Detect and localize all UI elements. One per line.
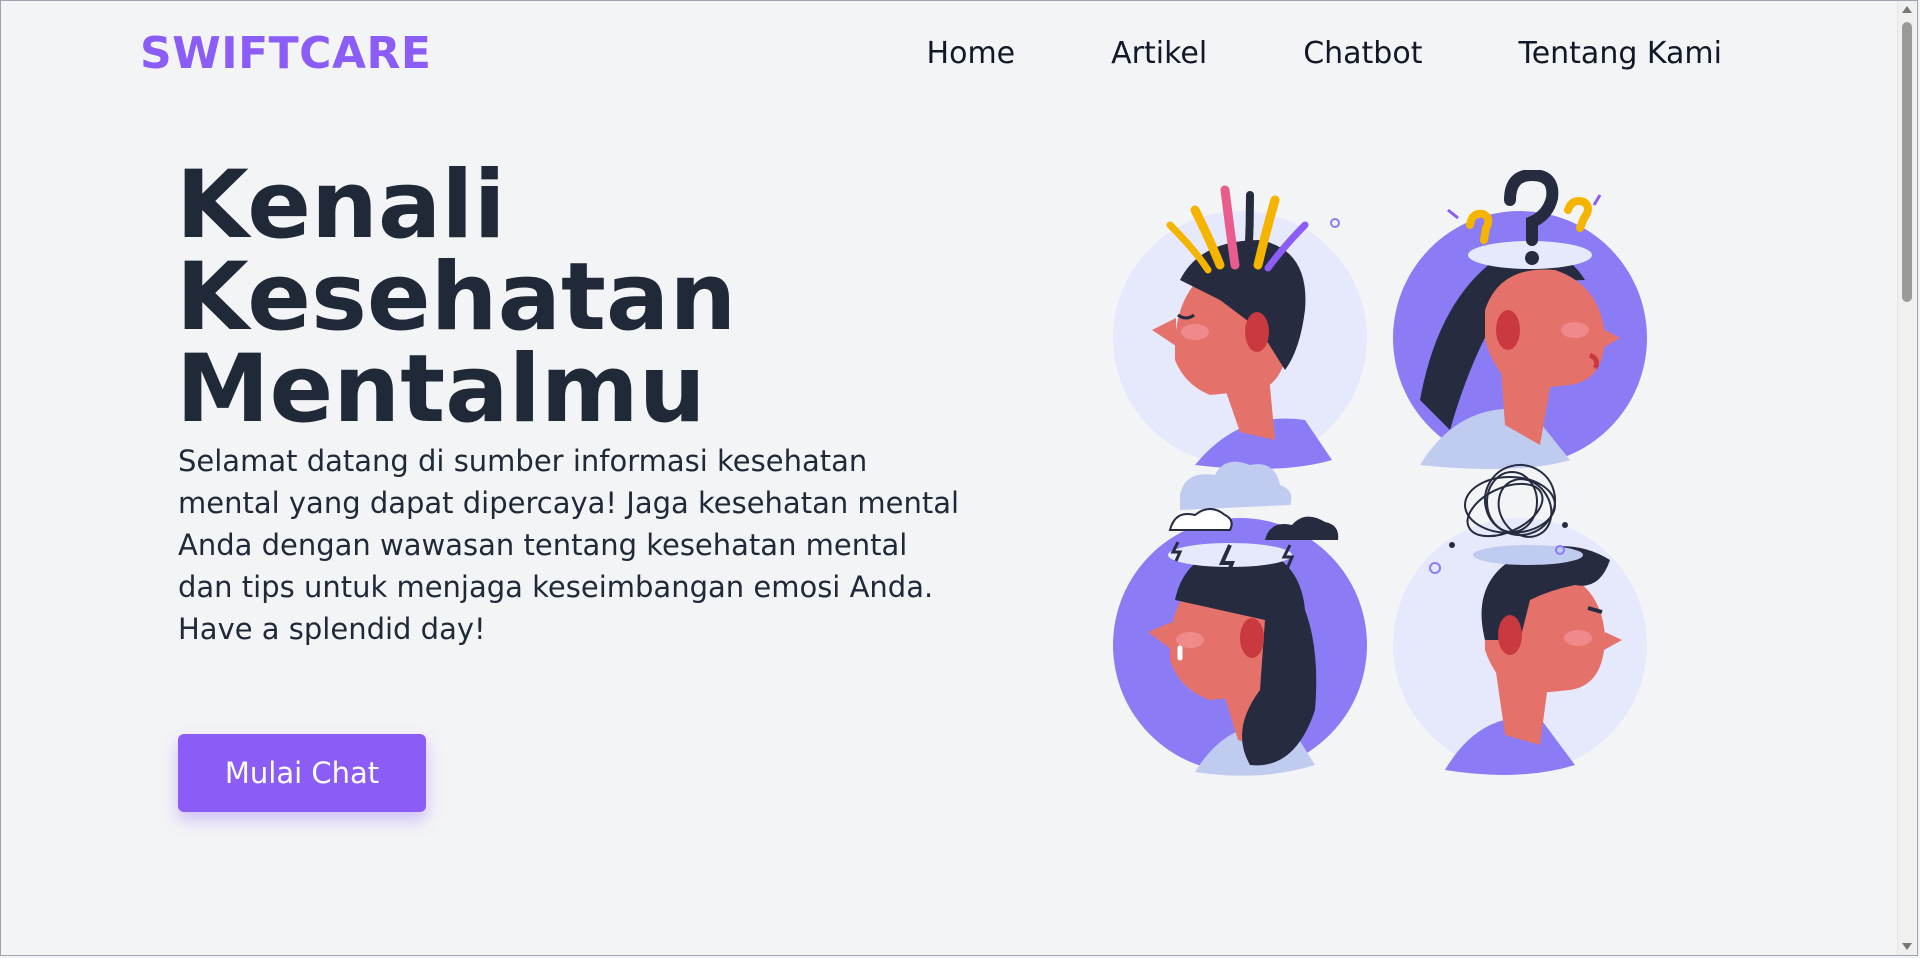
scrollbar-thumb[interactable] <box>1902 22 1912 302</box>
hero-title: Kenali Kesehatan Mentalmu <box>176 159 976 437</box>
scroll-down-icon[interactable] <box>1902 943 1912 950</box>
question-marks-head-icon <box>1393 170 1647 469</box>
vertical-scrollbar[interactable] <box>1897 0 1916 956</box>
hero-greeting: Have a splendid day! <box>178 612 486 646</box>
storm-cloud-head-icon <box>1113 461 1367 776</box>
flowers-head-icon <box>1113 185 1367 469</box>
navbar: SWIFTCARE Home Artikel Chatbot Tentang K… <box>0 0 1890 110</box>
hero-title-line: Mentalmu <box>176 335 706 444</box>
nav-link-home[interactable]: Home <box>927 36 1016 71</box>
nav-menu: Home Artikel Chatbot Tentang Kami <box>927 36 1722 71</box>
start-chat-button[interactable]: Mulai Chat <box>178 734 426 812</box>
scroll-up-icon[interactable] <box>1902 6 1912 13</box>
brand-logo[interactable]: SWIFTCARE <box>140 28 431 79</box>
nav-link-chatbot[interactable]: Chatbot <box>1303 36 1422 71</box>
nav-link-artikel[interactable]: Artikel <box>1111 36 1207 71</box>
nav-link-tentang-kami[interactable]: Tentang Kami <box>1518 36 1722 71</box>
tangled-thoughts-head-icon <box>1393 464 1647 775</box>
hero-description-block: Selamat datang di sumber informasi keseh… <box>178 440 968 650</box>
mental-health-illustration <box>1113 170 1647 776</box>
hero-description: Selamat datang di sumber informasi keseh… <box>178 444 960 604</box>
